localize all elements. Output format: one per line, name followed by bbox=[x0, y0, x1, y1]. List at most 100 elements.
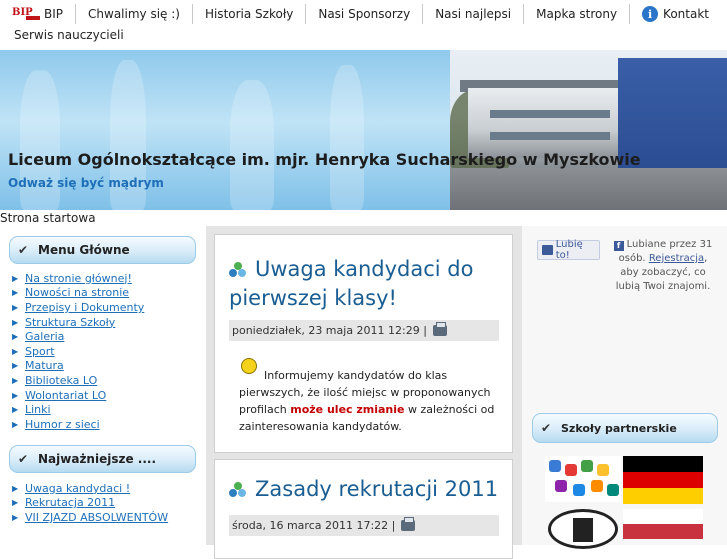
menu-item[interactable]: ▶ Humor z sieci bbox=[12, 417, 144, 432]
menu-link[interactable]: Przepisy i Dokumenty bbox=[25, 301, 144, 314]
important-list: ▶ Uwaga kandydaci ! ▶ Rekrutacja 2011 ▶ VII… bbox=[12, 481, 168, 525]
menu-item[interactable]: ▶ Sport bbox=[12, 344, 144, 359]
nav-item-bip[interactable]: BIP BIP bbox=[0, 4, 77, 24]
article-title-line: Uwaga kandydaci do bbox=[255, 257, 474, 281]
fb-register-link[interactable]: Rejestracja bbox=[649, 253, 704, 264]
germany-flag[interactable] bbox=[623, 456, 703, 504]
article-title[interactable]: Uwaga kandydaci do pierwszej klasy! bbox=[229, 255, 473, 313]
logo-piece bbox=[607, 484, 619, 496]
logo-piece bbox=[549, 460, 561, 472]
nav-item-sponsorzy[interactable]: Nasi Sponsorzy bbox=[306, 4, 424, 24]
main-menu-list: ▶ Na stronie głównej! ▶ Nowości na stronie… bbox=[12, 271, 144, 432]
partner-school-logo[interactable] bbox=[545, 456, 621, 502]
menu-item[interactable]: ▶ Struktura Szkoły bbox=[12, 315, 144, 330]
decorative-figure bbox=[230, 80, 274, 210]
menu-link[interactable]: Struktura Szkoły bbox=[25, 316, 115, 329]
arrow-right-icon: ▶ bbox=[12, 288, 19, 298]
article-title-line: Zasady rekrutacji 2011 bbox=[255, 477, 499, 501]
nav-item-mapka[interactable]: Mapka strony bbox=[524, 4, 631, 24]
arrow-right-icon: ▶ bbox=[12, 512, 19, 522]
print-icon[interactable] bbox=[401, 517, 416, 531]
nav-item-historia[interactable]: Historia Szkoły bbox=[193, 4, 307, 24]
menu-item[interactable]: ▶ Biblioteka LO bbox=[12, 373, 144, 388]
menu-link[interactable]: Sport bbox=[25, 345, 55, 358]
menu-item[interactable]: ▶ Galeria bbox=[12, 329, 144, 344]
left-sidebar: ✔ Menu Główne ▶ Na stronie głównej! ▶ Nowo… bbox=[0, 226, 206, 545]
menu-link[interactable]: VII ZJAZD ABSOLWENTÓW bbox=[25, 511, 168, 524]
nav-item-label: BIP bbox=[44, 7, 64, 21]
thumbs-up-icon bbox=[542, 245, 553, 255]
photo-windows bbox=[490, 132, 610, 140]
facebook-icon: f bbox=[613, 241, 624, 251]
arrow-right-icon: ▶ bbox=[12, 346, 19, 356]
menu-link[interactable]: Biblioteka LO bbox=[25, 374, 97, 387]
checkmark-icon: ✔ bbox=[18, 243, 29, 257]
menu-link[interactable]: Uwaga kandydaci ! bbox=[25, 482, 130, 495]
article-icon bbox=[229, 262, 247, 278]
logo-piece bbox=[597, 464, 609, 476]
logo-piece bbox=[581, 460, 593, 472]
important-header: ✔ Najważniejsze .... bbox=[9, 445, 196, 473]
menu-link[interactable]: Linki bbox=[25, 403, 51, 416]
article-date: poniedziałek, 23 maja 2011 12:29 | bbox=[232, 324, 427, 337]
menu-link[interactable]: Matura bbox=[25, 359, 64, 372]
menu-item[interactable]: ▶ Matura bbox=[12, 359, 144, 374]
article-highlight: może ulec zmianie bbox=[290, 403, 405, 416]
poland-flag[interactable] bbox=[623, 509, 703, 539]
flag-stripe bbox=[623, 456, 703, 472]
print-icon[interactable] bbox=[432, 322, 447, 336]
module-title: Menu Główne bbox=[38, 243, 130, 257]
top-navigation: BIP BIP Chwalimy się :) Historia Szkoły … bbox=[0, 0, 727, 50]
article-icon bbox=[229, 482, 247, 498]
partner-schools-header: ✔ Szkoły partnerskie bbox=[532, 413, 718, 443]
menu-link[interactable]: Na stronie głównej! bbox=[25, 272, 132, 285]
article-title[interactable]: Zasady rekrutacji 2011 bbox=[229, 475, 498, 504]
nav-item-label: Nasi Sponsorzy bbox=[318, 7, 411, 21]
module-title: Najważniejsze .... bbox=[38, 452, 157, 466]
logo-piece bbox=[565, 464, 577, 476]
logo-piece bbox=[555, 480, 567, 492]
menu-item[interactable]: ▶ Na stronie głównej! bbox=[12, 271, 144, 286]
menu-link[interactable]: Wolontariat LO bbox=[25, 389, 106, 402]
menu-link[interactable]: Rekrutacja 2011 bbox=[25, 496, 115, 509]
school-building-photo bbox=[450, 50, 727, 210]
arrow-right-icon: ▶ bbox=[12, 361, 19, 371]
photo-road bbox=[450, 168, 727, 210]
menu-item[interactable]: ▶ Rekrutacja 2011 bbox=[12, 496, 168, 511]
partner-school-emblem[interactable] bbox=[548, 509, 618, 549]
arrow-right-icon: ▶ bbox=[12, 332, 19, 342]
arrow-right-icon: ▶ bbox=[12, 273, 19, 283]
menu-item[interactable]: ▶ Linki bbox=[12, 402, 144, 417]
article-body: Informujemy kandydatów do klas pierwszyc… bbox=[239, 367, 501, 435]
menu-link[interactable]: Nowości na stronie bbox=[25, 286, 129, 299]
facebook-like-info: f Lubiane przez 31 osób. Rejestracja, aby… bbox=[608, 238, 718, 294]
article-date: środa, 16 marca 2011 17:22 | bbox=[232, 519, 396, 532]
article: Uwaga kandydaci do pierwszej klasy! poni… bbox=[214, 234, 513, 453]
nav-item-kontakt[interactable]: i Kontakt bbox=[630, 4, 721, 24]
menu-link[interactable]: Humor z sieci bbox=[25, 418, 100, 431]
nav-item-label: Historia Szkoły bbox=[204, 7, 294, 21]
main-nav-row: BIP BIP Chwalimy się :) Historia Szkoły … bbox=[0, 4, 721, 24]
arrow-right-icon: ▶ bbox=[12, 405, 19, 415]
info-icon: i bbox=[642, 6, 659, 22]
flag-stripe bbox=[623, 524, 703, 539]
checkmark-icon: ✔ bbox=[18, 452, 29, 466]
nav-item-serwis-nauczycieli[interactable]: Serwis nauczycieli bbox=[14, 28, 124, 42]
menu-item[interactable]: ▶ Nowości na stronie bbox=[12, 286, 144, 301]
facebook-like-button[interactable]: Lubię to! bbox=[537, 239, 600, 261]
menu-item[interactable]: ▶ Uwaga kandydaci ! bbox=[12, 481, 168, 496]
nav-item-label: Nasi najlepsi bbox=[435, 7, 512, 21]
menu-item[interactable]: ▶ Przepisy i Dokumenty bbox=[12, 300, 144, 315]
logo-piece bbox=[591, 480, 603, 492]
site-motto: Odważ się być mądrym bbox=[8, 176, 164, 190]
menu-item[interactable]: ▶ Wolontariat LO bbox=[12, 388, 144, 403]
menu-item[interactable]: ▶ VII ZJAZD ABSOLWENTÓW bbox=[12, 510, 168, 525]
flag-stripe bbox=[623, 509, 703, 524]
nav-item-chwalimy[interactable]: Chwalimy się :) bbox=[76, 4, 193, 24]
decorative-figure bbox=[330, 65, 364, 210]
article-meta: środa, 16 marca 2011 17:22 | bbox=[229, 515, 499, 536]
menu-link[interactable]: Galeria bbox=[25, 330, 64, 343]
article-title-line: pierwszej klasy! bbox=[229, 286, 397, 310]
nav-item-najlepsi[interactable]: Nasi najlepsi bbox=[423, 4, 525, 24]
main-content: Uwaga kandydaci do pierwszej klasy! poni… bbox=[206, 226, 522, 559]
